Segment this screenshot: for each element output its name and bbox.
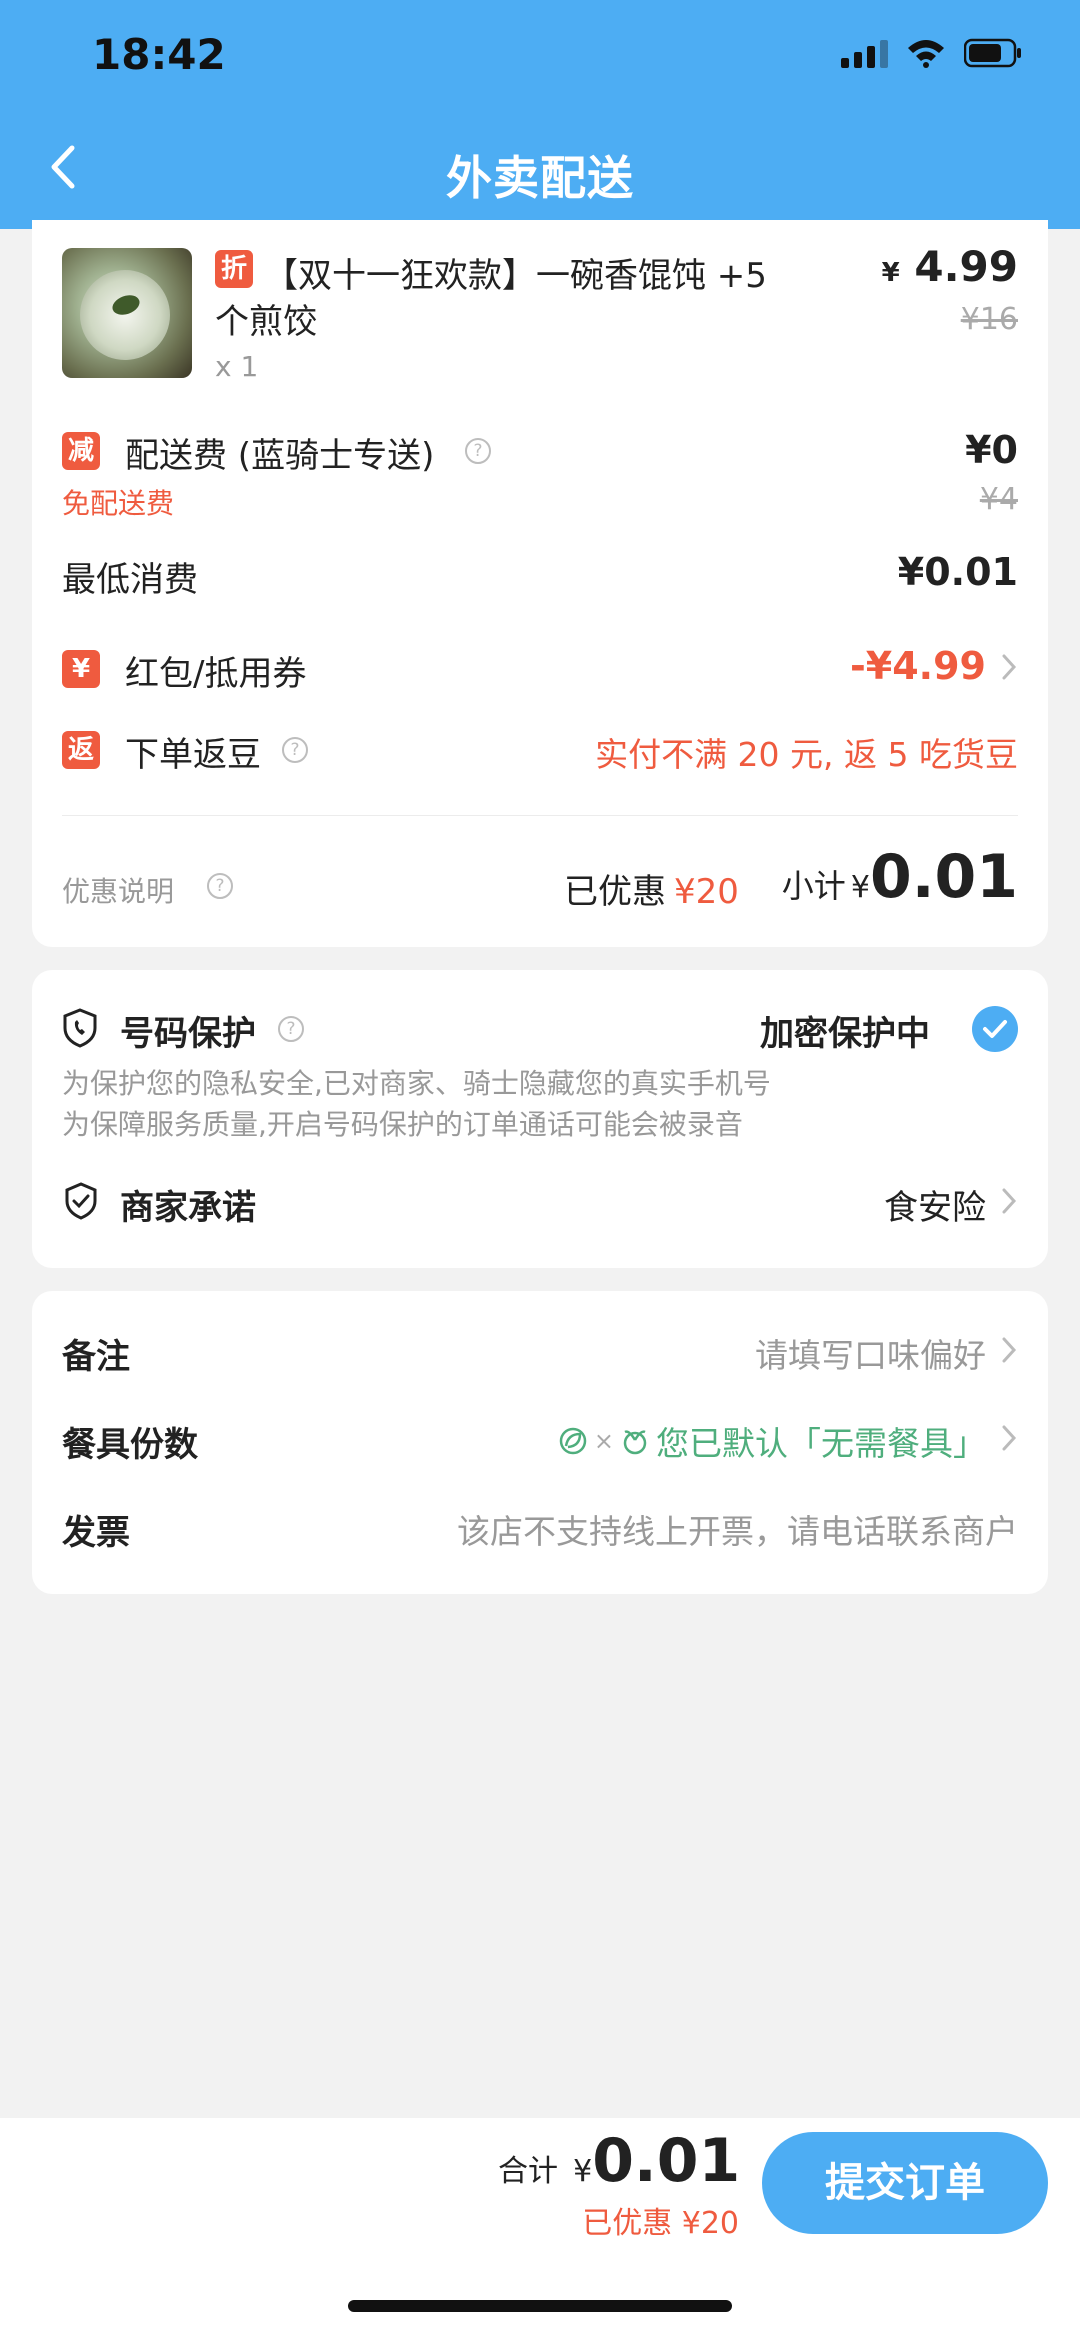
subtotal: 小计 ¥0.01 [781, 842, 1018, 912]
merchant-promise-value[interactable]: 食安险 [884, 1180, 986, 1229]
item-quantity: x 1 [215, 350, 259, 383]
invoice-label: 发票 [62, 1513, 130, 1553]
home-indicator[interactable] [348, 2300, 732, 2312]
delivery-price: ¥0 [965, 428, 1018, 472]
tableware-label: 餐具份数 [62, 1425, 198, 1465]
order-card: 折 【双十一狂欢款】一碗香馄饨 +5 个煎饺 x 1 ¥ 4.99 ¥16 减 … [32, 220, 1048, 947]
help-icon[interactable]: ? [207, 873, 233, 899]
beans-value: 实付不满 20 元, 返 5 吃货豆 [595, 735, 1018, 774]
chevron-right-icon[interactable] [1000, 652, 1018, 682]
total-amount: 合计 ¥0.01 [498, 2126, 741, 2196]
coupon-tag: ¥ [62, 650, 100, 688]
help-icon[interactable]: ? [282, 737, 308, 763]
eco-sprout-icon [623, 1430, 647, 1455]
rebate-tag: 返 [62, 731, 100, 769]
reduce-tag: 减 [62, 432, 100, 470]
help-icon[interactable]: ? [278, 1016, 304, 1042]
status-time: 18:42 [92, 30, 226, 79]
protection-toggle[interactable] [972, 1006, 1018, 1052]
eco-leaf-icon [559, 1427, 587, 1455]
total-saved: 已优惠 ¥20 [582, 2206, 739, 2241]
min-spend-label: 最低消费 [62, 560, 198, 600]
discount-tag: 折 [215, 250, 253, 288]
coupon-value[interactable]: -¥4.99 [850, 644, 986, 688]
number-protection-label: 号码保护 [120, 1014, 256, 1054]
divider [62, 815, 1018, 816]
chevron-right-icon[interactable] [1000, 1335, 1018, 1365]
saved-summary: 已优惠 ¥20 [564, 872, 739, 912]
protection-status: 加密保护中 [760, 1014, 930, 1054]
protection-desc-2: 为保障服务质量,开启号码保护的订单通话可能会被录音 [62, 1108, 743, 1141]
status-icons [841, 38, 1022, 68]
shield-check-icon [65, 1182, 97, 1220]
item-name-line2: 个煎饺 [215, 302, 317, 342]
coupon-label[interactable]: 红包/抵用券 [125, 646, 306, 695]
wifi-icon [906, 38, 946, 68]
checkmark-icon [983, 1020, 1007, 1038]
beans-label: 下单返豆 [125, 735, 261, 775]
protection-desc-1: 为保护您的隐私安全,已对商家、骑士隐藏您的真实手机号 [62, 1067, 771, 1100]
phone-shield-icon [63, 1008, 97, 1048]
battery-icon [964, 38, 1022, 68]
delivery-fee-label: 配送费 (蓝骑士专送) [125, 436, 435, 476]
page-title: 外卖配送 [446, 151, 634, 205]
merchant-promise-label: 商家承诺 [120, 1188, 256, 1228]
submit-order-button[interactable]: 提交订单 [762, 2132, 1048, 2234]
privacy-card: 号码保护 ? 加密保护中 为保护您的隐私安全,已对商家、骑士隐藏您的真实手机号 … [32, 970, 1048, 1268]
food-image [62, 248, 192, 378]
remark-label: 备注 [62, 1337, 130, 1377]
item-price: ¥ 4.99 [881, 242, 1018, 291]
remark-input[interactable]: 请填写口味偏好 [755, 1329, 986, 1377]
tableware-selector[interactable]: × 您已默认「无需餐具」 [558, 1417, 986, 1465]
app-header: 18:42 外卖配送 [0, 0, 1080, 229]
help-icon[interactable]: ? [465, 438, 491, 464]
chevron-right-icon[interactable] [1000, 1423, 1018, 1453]
item-original-price: ¥16 [960, 302, 1018, 337]
cellular-signal-icon [841, 38, 888, 68]
invoice-value: 该店不支持线上开票，请电话联系商户 [457, 1512, 1018, 1551]
discount-explain-label[interactable]: 优惠说明 [62, 870, 174, 910]
free-delivery-note: 免配送费 [62, 487, 175, 520]
min-spend-value: ¥0.01 [897, 550, 1018, 594]
item-name-line1: 【双十一狂欢款】一碗香馄饨 +5 [264, 256, 767, 296]
chevron-right-icon[interactable] [1000, 1186, 1018, 1216]
delivery-original-price: ¥4 [979, 482, 1018, 517]
notes-card: 备注 请填写口味偏好 餐具份数 × 您已默认「无需餐具」 发票 该店不支持线上开… [32, 1291, 1048, 1594]
